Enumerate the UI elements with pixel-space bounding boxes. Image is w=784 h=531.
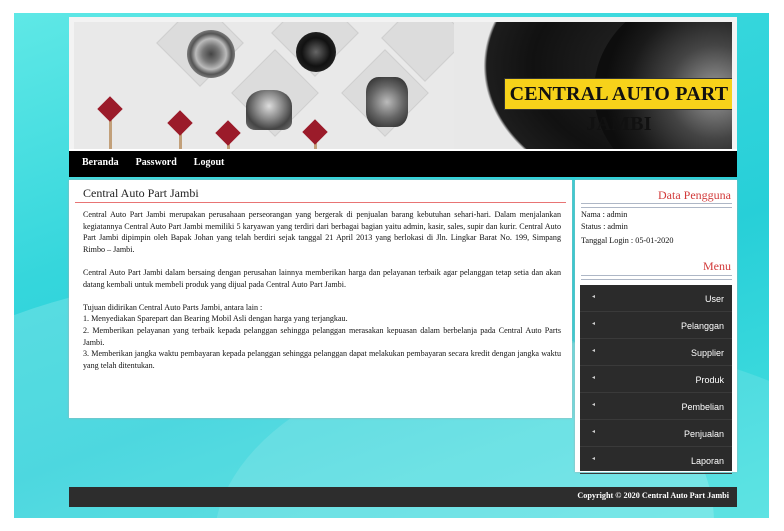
menu-item-label: Pelanggan	[680, 321, 724, 331]
menu-item-label: User	[704, 294, 724, 304]
menu-item-pembelian[interactable]: ◂ Pembelian	[580, 393, 732, 420]
decor-red-diamond	[215, 120, 241, 146]
content-body: Central Auto Part Jambi merupakan perusa…	[83, 209, 561, 371]
content-title: Central Auto Part Jambi	[83, 186, 199, 200]
title-divider	[75, 202, 566, 203]
user-name: Nama : admin	[581, 210, 628, 219]
menu-heading: Menu	[703, 259, 731, 273]
user-data-divider	[581, 203, 732, 208]
login-date: Tanggal Login : 05-01-2020	[581, 236, 674, 245]
menu-bullet-icon: ◂	[592, 294, 596, 300]
nav-logout-link[interactable]: Logout	[194, 151, 225, 175]
banner-image: CENTRAL AUTO PART JAMBI	[74, 22, 732, 149]
content-paragraph: Central Auto Part Jambi dalam bersaing d…	[83, 267, 561, 289]
menu-item-supplier[interactable]: ◂ Supplier	[580, 339, 732, 366]
sidebar-menu: ◂ User ◂ Pelanggan ◂ Supplier ◂ Produk ◂…	[580, 285, 732, 474]
copyright-text: Copyright © 2020 Central Auto Part Jambi	[577, 491, 729, 500]
user-status: Status : admin	[581, 222, 628, 231]
goals-intro: Tujuan didirikan Central Auto Parts Jamb…	[83, 302, 263, 312]
wheel-hub-image	[246, 90, 292, 130]
wheel-bearing-image	[187, 30, 235, 78]
menu-bullet-icon: ◂	[592, 402, 596, 408]
menu-item-penjualan[interactable]: ◂ Penjualan	[580, 420, 732, 447]
menu-bullet-icon: ◂	[592, 429, 596, 435]
hub-assembly-image	[366, 77, 408, 127]
menu-item-laporan[interactable]: ◂ Laporan	[580, 447, 732, 474]
header-banner: CENTRAL AUTO PART JAMBI	[69, 17, 737, 149]
nav-password-link[interactable]: Password	[136, 151, 177, 175]
menu-bullet-icon: ◂	[592, 375, 596, 381]
decor-red-diamond	[302, 119, 328, 145]
main-content-panel: Central Auto Part Jambi Central Auto Par…	[69, 180, 572, 418]
decor-red-diamond	[167, 110, 193, 136]
sidebar-panel: Data Pengguna Nama : admin Status : admi…	[575, 180, 737, 474]
goals-item: 2. Memberikan pelayanan yang terbaik kep…	[83, 325, 561, 347]
footer-bar: Copyright © 2020 Central Auto Part Jambi	[69, 487, 737, 507]
menu-item-produk[interactable]: ◂ Produk	[580, 366, 732, 393]
menu-item-label: Produk	[695, 375, 724, 385]
menu-item-label: Pembelian	[681, 402, 724, 412]
menu-item-pelanggan[interactable]: ◂ Pelanggan	[580, 312, 732, 339]
goals-item: 3. Memberikan jangka waktu pembayaran ke…	[83, 349, 561, 370]
blower-motor-image	[296, 32, 336, 72]
menu-item-user[interactable]: ◂ User	[580, 285, 732, 312]
menu-bullet-icon: ◂	[592, 456, 596, 462]
menu-bullet-icon: ◂	[592, 321, 596, 327]
menu-item-label: Laporan	[690, 456, 724, 466]
site-title: CENTRAL AUTO PART JAMBI	[504, 78, 732, 135]
menu-item-label: Penjualan	[683, 429, 724, 439]
menu-bullet-icon: ◂	[592, 348, 596, 354]
top-navbar: Beranda Password Logout	[69, 149, 737, 177]
nav-beranda-link[interactable]: Beranda	[82, 151, 119, 175]
user-data-heading: Data Pengguna	[658, 188, 731, 202]
goals-item: 1. Menyediakan Sparepart dan Bearing Mob…	[83, 314, 348, 324]
menu-divider	[581, 275, 732, 280]
content-paragraph: Central Auto Part Jambi merupakan perusa…	[83, 210, 561, 254]
menu-item-label: Supplier	[690, 348, 724, 358]
decor-red-diamond	[97, 96, 123, 122]
goals-list: Tujuan didirikan Central Auto Parts Jamb…	[83, 302, 561, 372]
